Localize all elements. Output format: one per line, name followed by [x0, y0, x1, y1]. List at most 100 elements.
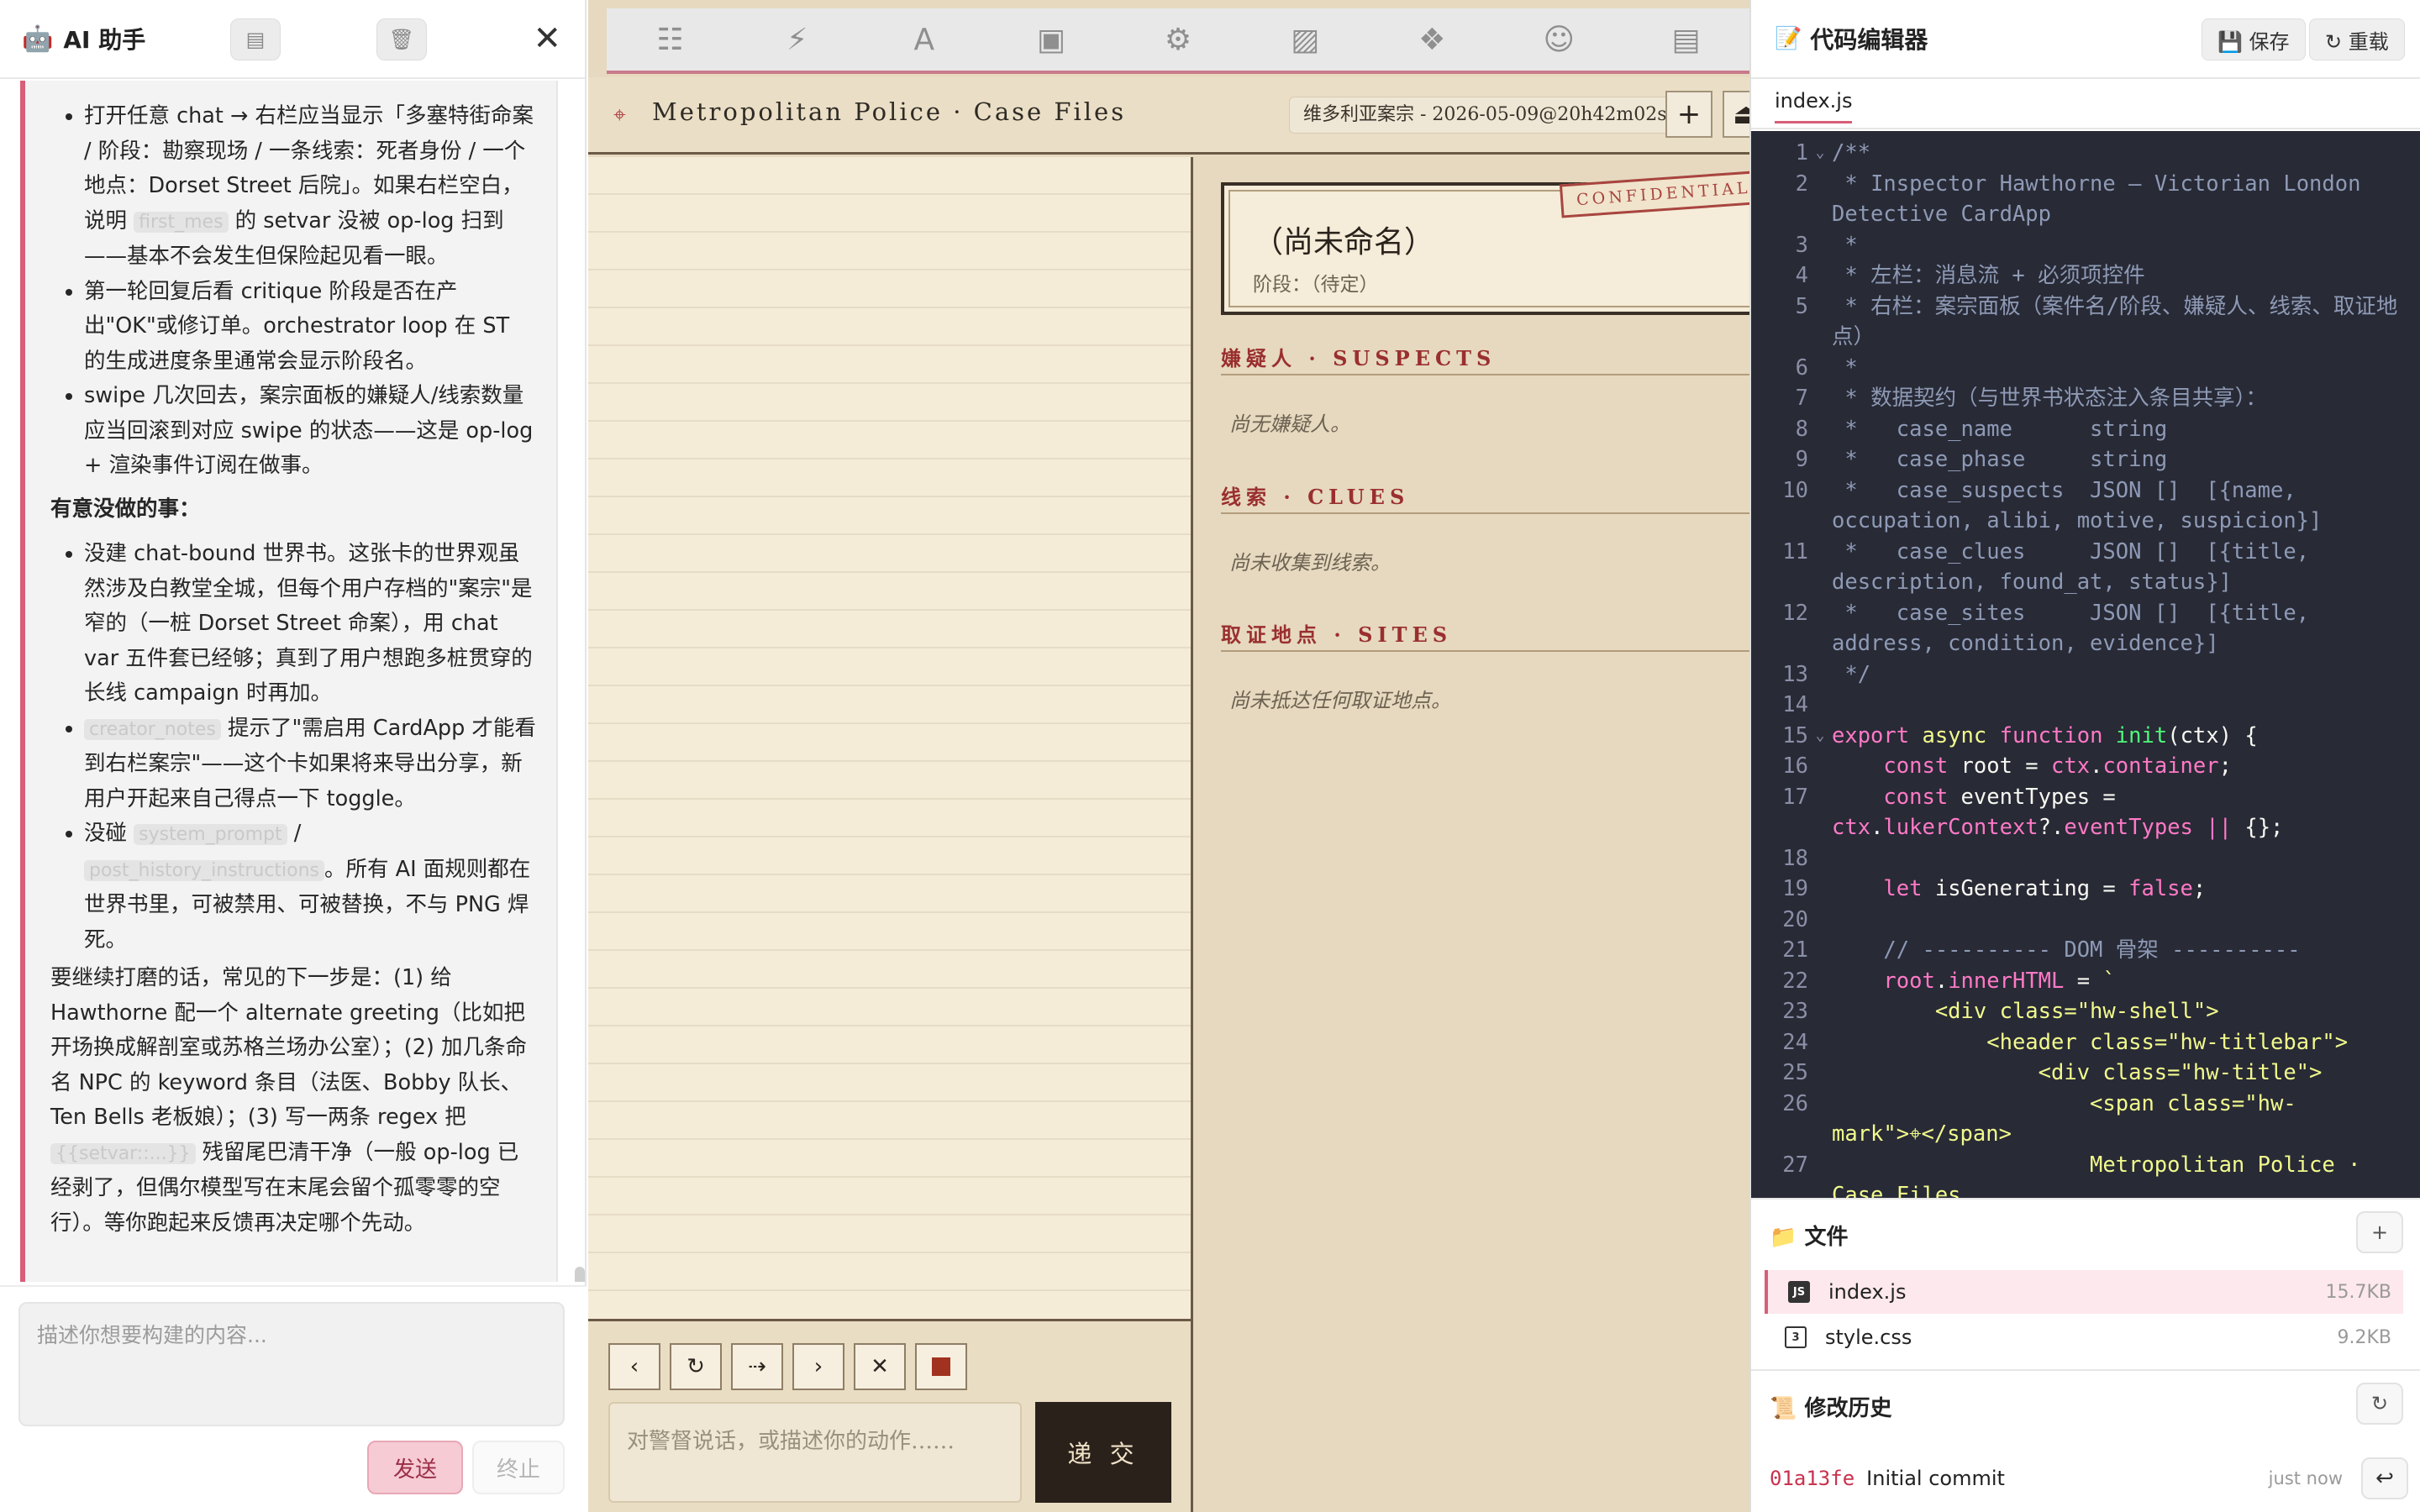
divider: [1221, 374, 1749, 375]
file-size: 15.7KB: [2325, 1281, 2391, 1303]
case-name: （尚未命名）: [1253, 225, 1435, 260]
case-card: CONFIDENTIAL （尚未命名） 阶段：（待定）: [1221, 170, 1749, 315]
chat-input[interactable]: 对警督说话，或描述你的动作……: [608, 1402, 1022, 1503]
notes-button[interactable]: ▤: [230, 18, 281, 60]
history-title: 📜 修改历史: [1770, 1396, 1892, 1421]
cubes-icon[interactable]: ❖: [1369, 23, 1496, 57]
user-gear-icon[interactable]: ⚙: [1114, 23, 1241, 57]
save-button[interactable]: 💾 保存: [2202, 18, 2306, 60]
suspects-empty: 尚无嫌疑人。: [1229, 412, 1350, 436]
crosshair-icon: ⌖: [613, 102, 626, 128]
file-item-index-js[interactable]: JS index.js 15.7KB: [1765, 1270, 2403, 1314]
add-file-button[interactable]: +: [2356, 1211, 2403, 1253]
panel-icon[interactable]: ▤: [1623, 23, 1749, 57]
file-size: 9.2KB: [2337, 1326, 2391, 1348]
suspects-title: 嫌疑人 · SUSPECTS: [1221, 346, 1497, 370]
reload-button[interactable]: ↻ 重载: [2309, 18, 2405, 60]
code-editor-panel: 📝 代码编辑器 💾 保存 ↻ 重载 index.js 1 ⌄/** 2 * Ins…: [1749, 0, 2420, 1512]
ai-assistant-panel: 🤖 AI 助手 ▤ 🗑 ✕ 打开任意 chat → 右栏应当显示「多塞特街命案 …: [0, 0, 587, 1512]
history-panel: 📜 修改历史 ↻ 01a13fe Initial commit just now…: [1751, 1369, 2420, 1512]
chat-controls: ‹ ↻ ⇢ › ✕ 对警督说话，或描述你的动作…… 递 交: [588, 1319, 1191, 1512]
trash-icon: 🗑: [388, 28, 415, 51]
commit-time: just now: [2268, 1468, 2343, 1488]
history-item: 01a13fe Initial commit just now ↩: [1770, 1455, 2408, 1502]
font-icon[interactable]: A: [860, 23, 987, 57]
case-phase: 阶段：（待定）: [1253, 274, 1379, 296]
prev-swipe-button[interactable]: ‹: [608, 1343, 660, 1390]
list-item: 没建 chat-bound 世界书。这张卡的世界观虽然涉及白教堂全城，但每个用户…: [84, 537, 536, 711]
chat-column: ‹ ↻ ⇢ › ✕ 对警督说话，或描述你的动作…… 递 交: [588, 157, 1193, 1512]
tab-index-js[interactable]: index.js: [1775, 89, 1853, 123]
clues-title: 线索 · CLUES: [1221, 485, 1410, 509]
inline-code: system_prompt: [134, 824, 287, 845]
inline-code: first_mes: [134, 211, 229, 233]
continue-button[interactable]: ⇢: [731, 1343, 783, 1390]
add-button[interactable]: +: [1665, 91, 1712, 138]
ai-input-area: 描述你想要构建的内容... 发送 终止: [0, 1285, 587, 1512]
plug-icon[interactable]: ⚡: [734, 23, 860, 57]
clues-empty: 尚未收集到线索。: [1229, 551, 1391, 575]
file-name: index.js: [1828, 1280, 1907, 1304]
list-item: swipe 几次回去，案宗面板的嫌疑人/线索数量应当回滚到对应 swipe 的状…: [84, 379, 536, 484]
case-titlebar: ⌖ Metropolitan Police · Case Files 维多利亚案…: [588, 77, 1749, 155]
divider: [1221, 512, 1749, 514]
image-icon[interactable]: ▨: [1242, 23, 1369, 57]
smile-icon[interactable]: ☺: [1496, 23, 1623, 57]
ai-message-list: 打开任意 chat → 右栏应当显示「多塞特街命案 / 阶段：勘察现场 / 一条…: [0, 81, 587, 1282]
send-button[interactable]: 发送: [367, 1441, 463, 1494]
regenerate-button[interactable]: ↻: [670, 1343, 722, 1390]
card-preview: ☷ ⚡ A ▣ ⚙ ▨ ❖ ☺ ▤ ⌖ Metropolitan Police …: [588, 0, 1749, 1512]
divider: [1221, 650, 1749, 652]
delete-button[interactable]: ✕: [854, 1343, 906, 1390]
next-swipe-button[interactable]: ›: [792, 1343, 844, 1390]
code-area[interactable]: 1 ⌄/** 2 * Inspector Hawthorne — Victoria…: [1751, 131, 2420, 1198]
stop-icon: [932, 1357, 950, 1376]
list-item: 没碰 system_prompt / post_history_instruct…: [84, 816, 536, 958]
app-title: Metropolitan Police · Case Files: [652, 97, 1127, 126]
file-name: style.css: [1825, 1326, 1912, 1349]
ai-panel-title: AI 助手: [63, 26, 146, 54]
sites-empty: 尚未抵达任何取证地点。: [1229, 689, 1451, 712]
closing-paragraph: 要继续打磨的话，常见的下一步是：(1) 给 Hawthorne 配一个 alte…: [50, 965, 527, 1236]
list-item: 打开任意 chat → 右栏应当显示「多塞特街命案 / 阶段：勘察现场 / 一条…: [84, 99, 536, 275]
ai-panel-header: 🤖 AI 助手 ▤ 🗑 ✕: [0, 0, 585, 79]
scroll-icon: 📜: [1770, 1396, 1805, 1421]
close-icon[interactable]: ✕: [533, 20, 561, 57]
commit-message: Initial commit: [1866, 1467, 2005, 1490]
inline-code: post_history_instructions: [84, 859, 325, 881]
js-file-icon: JS: [1788, 1281, 1810, 1303]
section-heading: 有意没做的事：: [50, 496, 201, 522]
case-panel: CONFIDENTIAL （尚未命名） 阶段：（待定） 嫌疑人 · SUSPEC…: [1196, 157, 1749, 1512]
inline-code: creator_notes: [84, 718, 221, 740]
file-item-style-css[interactable]: 3 style.css 9.2KB: [1765, 1315, 2403, 1359]
memo-icon: 📝: [1775, 26, 1802, 51]
folder-icon: 📁: [1770, 1225, 1805, 1250]
book-icon[interactable]: ▣: [987, 23, 1114, 57]
top-toolbar: ☷ ⚡ A ▣ ⚙ ▨ ❖ ☺ ▤: [607, 8, 1749, 74]
commit-hash: 01a13fe: [1770, 1467, 1855, 1490]
not-done-list: 没建 chat-bound 世界书。这张卡的世界观虽然涉及白教堂全城，但每个用户…: [50, 537, 536, 958]
files-title: 📁 文件: [1770, 1225, 1849, 1250]
revert-icon[interactable]: ↩: [2361, 1457, 2408, 1499]
robot-icon: 🤖: [22, 24, 54, 54]
refresh-history-button[interactable]: ↻: [2356, 1383, 2403, 1425]
editor-header: 📝 代码编辑器 💾 保存 ↻ 重载: [1751, 0, 2420, 79]
files-panel: 📁 文件 + JS index.js 15.7KB 3 style.css 9.…: [1751, 1198, 2420, 1369]
sliders-icon[interactable]: ☷: [607, 23, 734, 57]
confidential-stamp: CONFIDENTIAL: [1559, 170, 1749, 218]
stop-button[interactable]: 终止: [472, 1441, 565, 1494]
assistant-message: 打开任意 chat → 右栏应当显示「多塞特街命案 / 阶段：勘察现场 / 一条…: [20, 81, 558, 1282]
clear-button[interactable]: 🗑: [376, 18, 427, 60]
session-chip[interactable]: 维多利亚案宗 - 2026-05-09@20h42m02s5: [1289, 97, 1693, 134]
notebook-icon: ▤: [245, 28, 266, 51]
inline-code: {{setvar::...}}: [50, 1142, 196, 1164]
list-item: creator_notes 提示了"需启用 CardApp 才能看到右栏案宗"—…: [84, 711, 536, 817]
eject-icon[interactable]: ⏏: [1723, 91, 1749, 138]
submit-button[interactable]: 递 交: [1035, 1402, 1171, 1503]
prompt-input[interactable]: 描述你想要构建的内容...: [18, 1302, 565, 1426]
scrollbar[interactable]: [575, 1267, 585, 1282]
list-item: 第一轮回复后看 critique 阶段是否在产出"OK"或修订单。orchest…: [84, 275, 536, 380]
editor-title: 代码编辑器: [1810, 26, 1928, 54]
css-file-icon: 3: [1785, 1326, 1807, 1348]
stop-generation-button[interactable]: [915, 1343, 967, 1390]
